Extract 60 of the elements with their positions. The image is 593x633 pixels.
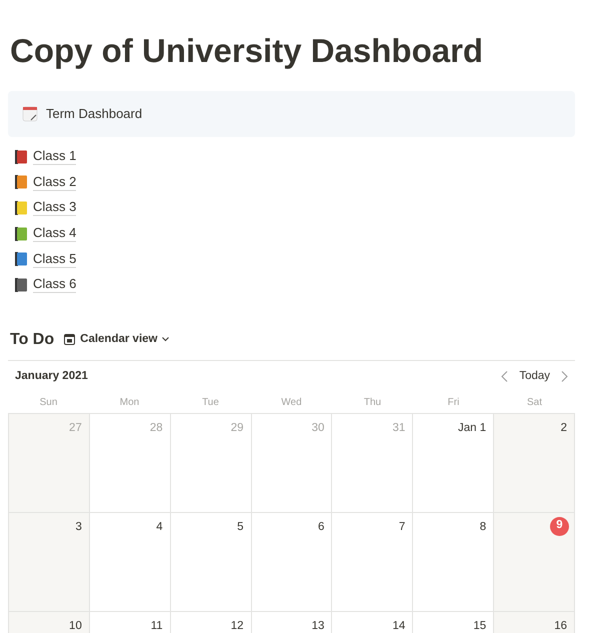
day-number: Jan 1 bbox=[458, 420, 486, 436]
day-number: 3 bbox=[75, 520, 82, 535]
day-number: 8 bbox=[480, 520, 486, 535]
callout-text: Term Dashboard bbox=[46, 105, 142, 124]
day-number: 6 bbox=[318, 520, 324, 535]
day-cell[interactable]: 11 bbox=[90, 612, 171, 633]
day-cell[interactable]: 13 bbox=[252, 612, 332, 633]
page-title: Copy of University Dashboard bbox=[10, 31, 484, 71]
day-cell[interactable]: 2 bbox=[494, 414, 575, 513]
weekday-label: Tue bbox=[202, 396, 219, 410]
chevron-right-icon[interactable] bbox=[561, 371, 568, 382]
section-title: To Do bbox=[10, 330, 54, 350]
day-cell[interactable]: 8 bbox=[413, 512, 494, 612]
weekday-label: Sun bbox=[40, 396, 58, 410]
weekday-label: Thu bbox=[364, 396, 382, 410]
day-number: 2 bbox=[560, 420, 567, 436]
page-link[interactable]: Class 3 bbox=[33, 199, 76, 216]
weekday-label: Mon bbox=[120, 396, 140, 410]
day-cell[interactable]: 14 bbox=[332, 612, 414, 633]
day-number: 4 bbox=[156, 520, 163, 535]
weekday-label: Sat bbox=[526, 396, 542, 410]
calendar-icon bbox=[22, 106, 38, 122]
weekday-label: Wed bbox=[281, 396, 302, 410]
day-number: 13 bbox=[312, 618, 324, 633]
day-cell[interactable]: 5 bbox=[170, 512, 252, 612]
day-cell[interactable]: 10 bbox=[9, 612, 90, 633]
day-cell[interactable]: 3 bbox=[9, 512, 90, 612]
page-link[interactable]: Class 1 bbox=[33, 148, 76, 166]
day-number: 16 bbox=[554, 618, 567, 633]
day-number: 14 bbox=[392, 618, 406, 633]
day-number: 9 bbox=[550, 516, 569, 536]
day-number: 29 bbox=[230, 420, 244, 436]
month-label: January 2021 bbox=[15, 368, 88, 384]
day-cell[interactable]: 7 bbox=[332, 512, 414, 612]
day-number: 15 bbox=[473, 618, 486, 633]
weekday-label: Fri bbox=[448, 396, 460, 410]
page-link[interactable]: Class 6 bbox=[33, 276, 76, 294]
view-selector[interactable]: Calendar view bbox=[64, 330, 170, 348]
day-cell[interactable]: 16 bbox=[494, 612, 575, 633]
page-link[interactable]: Class 4 bbox=[33, 225, 76, 242]
day-number: 28 bbox=[150, 420, 163, 436]
today-button[interactable]: Today bbox=[516, 368, 553, 386]
day-number: 12 bbox=[230, 618, 244, 633]
day-number: 30 bbox=[312, 420, 324, 436]
day-number: 27 bbox=[69, 420, 82, 436]
page-link[interactable]: Class 2 bbox=[33, 174, 76, 191]
day-cell[interactable]: 4 bbox=[90, 512, 171, 612]
page-link[interactable]: Class 5 bbox=[33, 250, 76, 268]
chevron-left-icon[interactable] bbox=[501, 371, 508, 382]
day-number: 11 bbox=[150, 618, 163, 633]
caret-icon bbox=[162, 337, 170, 342]
day-number: 31 bbox=[392, 420, 406, 436]
day-number: 5 bbox=[237, 520, 244, 535]
calendar-icon bbox=[64, 334, 76, 346]
day-cell[interactable]: Jan 1 bbox=[413, 414, 494, 513]
day-number: 10 bbox=[69, 618, 82, 633]
day-cell[interactable]: 15 bbox=[413, 612, 494, 633]
day-cell[interactable]: 6 bbox=[252, 512, 332, 612]
day-number: 7 bbox=[398, 520, 406, 535]
day-cell[interactable]: 12 bbox=[170, 612, 252, 633]
